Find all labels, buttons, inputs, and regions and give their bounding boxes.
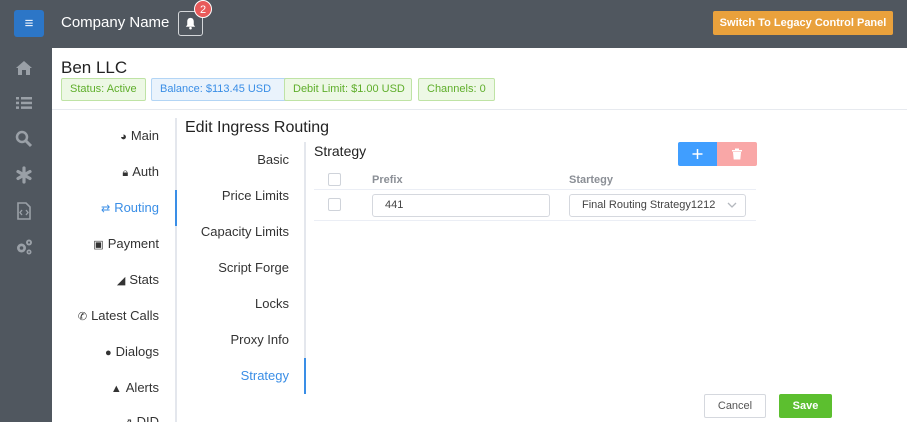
strategy-select-value: Final Routing Strategy1212 xyxy=(582,199,716,211)
customer-name: Ben LLC xyxy=(61,58,128,77)
company-name: Company Name xyxy=(61,14,170,31)
tachometer-icon: ◕ xyxy=(120,131,127,143)
phone-icon: ✆ xyxy=(77,311,88,323)
cogs-icon[interactable] xyxy=(14,237,34,257)
list-icon[interactable] xyxy=(14,93,34,113)
channels-badge: Channels: 0 xyxy=(418,78,495,101)
save-button[interactable]: Save xyxy=(779,394,832,418)
chevron-down-icon xyxy=(727,202,737,208)
hamburger-icon: ≡ xyxy=(24,15,34,32)
code-file-icon[interactable] xyxy=(14,201,34,221)
nav-item-did[interactable]: ⇗DID xyxy=(52,414,159,422)
add-row-button[interactable] xyxy=(678,142,717,166)
column-header-strategy: Startegy xyxy=(569,174,614,186)
tab-script-forge[interactable]: Script Forge xyxy=(185,260,289,275)
nav-item-alerts[interactable]: ▲ Alerts xyxy=(52,380,159,400)
icon-sidebar xyxy=(0,48,52,422)
primary-nav-active-indicator xyxy=(175,190,177,226)
tab-capacity-limits[interactable]: Capacity Limits xyxy=(185,224,289,239)
plus-icon xyxy=(692,149,703,159)
nav-item-auth[interactable]: 🔒︎ Auth xyxy=(52,164,159,184)
home-icon[interactable] xyxy=(14,58,34,78)
tab-locks[interactable]: Locks xyxy=(185,296,289,311)
switch-legacy-button[interactable]: Switch To Legacy Control Panel xyxy=(713,11,893,35)
share-icon: ⇗ xyxy=(123,416,132,422)
area-chart-icon: ◢ xyxy=(116,275,126,287)
nav-item-routing[interactable]: ⇄ Routing xyxy=(52,200,159,220)
tab-proxy-info[interactable]: Proxy Info xyxy=(185,332,289,347)
nav-item-payment[interactable]: ▣ Payment xyxy=(52,236,159,256)
table-row: 441 Final Routing Strategy1212 xyxy=(314,191,756,221)
nav-item-dialogs[interactable]: ● Dialogs xyxy=(52,344,159,364)
top-bar: ≡ Company Name 2 Switch To Legacy Contro… xyxy=(0,0,907,48)
menu-toggle-button[interactable]: ≡ xyxy=(14,10,44,37)
trash-icon xyxy=(732,148,742,160)
prefix-input[interactable]: 441 xyxy=(372,194,550,217)
bell-icon xyxy=(185,17,196,30)
nav-item-stats[interactable]: ◢ Stats xyxy=(52,272,159,292)
search-icon[interactable] xyxy=(14,129,34,149)
strategy-table-header: Prefix Startegy xyxy=(314,168,756,190)
shuffle-icon: ⇄ xyxy=(100,203,111,215)
asterisk-icon[interactable] xyxy=(14,165,34,185)
tab-basic[interactable]: Basic xyxy=(185,152,289,167)
strategy-select[interactable]: Final Routing Strategy1212 xyxy=(569,194,746,217)
nav-item-main[interactable]: ◕ Main xyxy=(52,128,159,148)
row-checkbox[interactable] xyxy=(328,198,341,211)
notification-count-badge: 2 xyxy=(194,0,212,18)
secondary-nav-active-indicator xyxy=(304,358,306,394)
comment-icon: ● xyxy=(104,347,112,359)
column-header-prefix: Prefix xyxy=(372,174,403,186)
money-icon: ▣ xyxy=(93,239,104,251)
status-badge: Status: Active xyxy=(61,78,146,101)
debit-limit-badge: Debit Limit: $1.00 USD xyxy=(284,78,412,101)
tab-price-limits[interactable]: Price Limits xyxy=(185,188,289,203)
lock-icon: 🔒︎ xyxy=(122,167,129,179)
cancel-button[interactable]: Cancel xyxy=(704,394,766,418)
strategy-section-title: Strategy xyxy=(314,143,367,159)
warning-icon: ▲ xyxy=(110,383,122,395)
nav-item-latest-calls[interactable]: ✆ Latest Calls xyxy=(52,308,159,328)
delete-row-button[interactable] xyxy=(717,142,757,166)
select-all-checkbox[interactable] xyxy=(328,173,341,186)
secondary-nav-rail xyxy=(304,142,306,394)
page-title: Edit Ingress Routing xyxy=(185,119,330,136)
primary-nav-rail xyxy=(175,118,177,422)
header-divider xyxy=(52,109,907,110)
tab-strategy[interactable]: Strategy xyxy=(185,368,289,383)
